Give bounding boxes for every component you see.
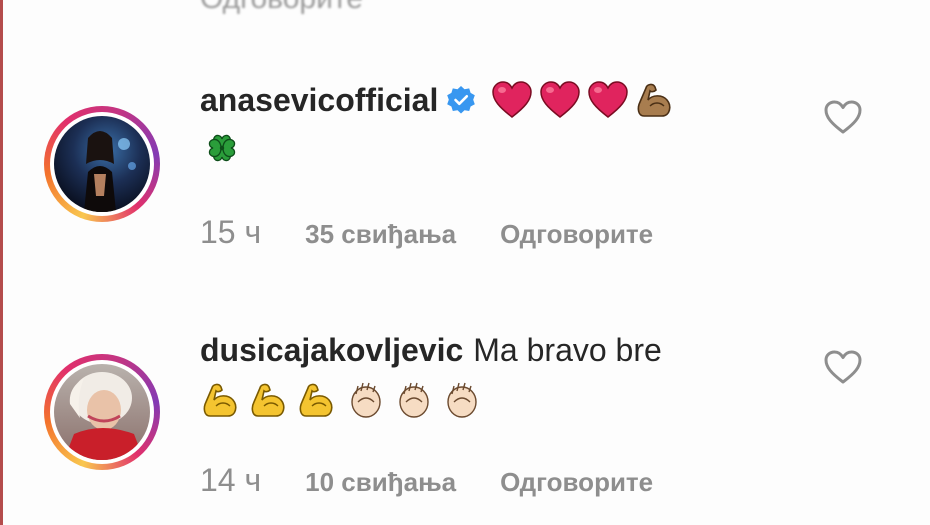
avatar[interactable] xyxy=(54,116,150,212)
comment-likes-count[interactable]: 35 свиђања xyxy=(305,219,456,250)
red-heart-icon xyxy=(538,80,582,120)
verified-badge-icon xyxy=(446,85,476,115)
clapping-hands-icon xyxy=(440,380,484,420)
comment-emojis-line2 xyxy=(200,128,244,168)
comment-username[interactable]: dusicajakovljevic xyxy=(200,332,463,369)
flexed-biceps-icon xyxy=(200,380,244,420)
comments-screen: Одговорите xyxy=(0,0,930,525)
comment-likes-count[interactable]: 10 свиђања xyxy=(305,467,456,498)
flexed-biceps-icon xyxy=(296,380,340,420)
like-heart-icon[interactable] xyxy=(822,98,864,136)
comment-timestamp: 15 ч xyxy=(200,214,262,250)
comment-emojis-line1 xyxy=(490,80,678,120)
comment-timestamp: 14 ч xyxy=(200,462,262,498)
reply-button[interactable]: Одговорите xyxy=(500,219,653,250)
previous-comment-reply-link[interactable]: Одговорите xyxy=(200,0,363,16)
four-leaf-clover-icon xyxy=(200,128,244,168)
avatar-story-ring[interactable] xyxy=(44,354,160,470)
red-heart-icon xyxy=(490,80,534,120)
red-heart-icon xyxy=(586,80,630,120)
comment-emojis-line2 xyxy=(200,380,484,420)
comment-text: Ma bravo bre xyxy=(473,331,662,368)
like-heart-icon[interactable] xyxy=(822,348,864,386)
flexed-biceps-icon xyxy=(248,380,292,420)
left-edge-divider xyxy=(0,0,3,525)
avatar-story-ring[interactable] xyxy=(44,106,160,222)
comment-username[interactable]: anasevicofficial xyxy=(200,82,438,119)
flexed-biceps-icon xyxy=(634,80,678,120)
clapping-hands-icon xyxy=(344,380,388,420)
avatar[interactable] xyxy=(54,364,150,460)
clapping-hands-icon xyxy=(392,380,436,420)
reply-button[interactable]: Одговорите xyxy=(500,467,653,498)
